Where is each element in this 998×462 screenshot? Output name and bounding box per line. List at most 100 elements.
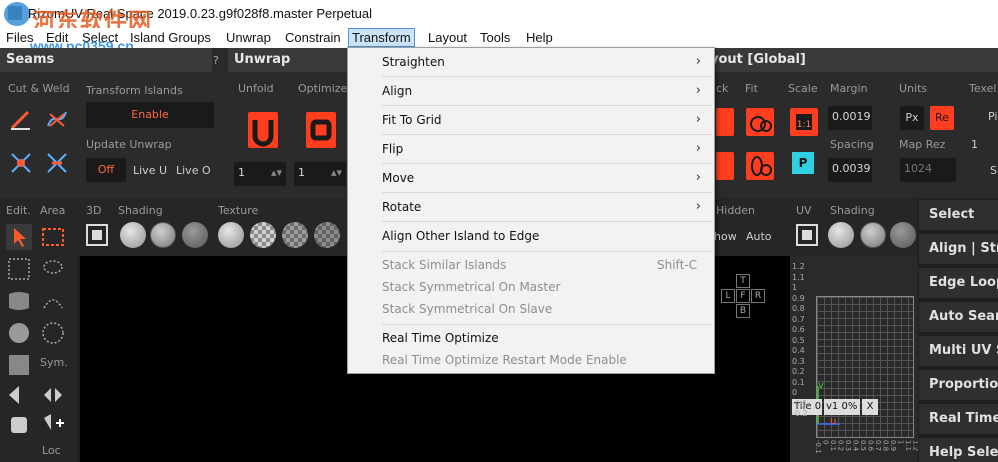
- viewcube-bottom[interactable]: B: [736, 304, 750, 318]
- texel-one-value: 1: [971, 138, 978, 151]
- side-edge-loop-button[interactable]: Edge Loop: [919, 268, 998, 298]
- units-re-button[interactable]: Re: [930, 106, 954, 130]
- uv-ruler-left-tick: 0.6: [792, 325, 805, 334]
- texture-checker3-sphere-icon[interactable]: [314, 222, 340, 248]
- optimize-button[interactable]: [306, 112, 336, 148]
- pack-all-button[interactable]: [716, 152, 734, 180]
- circle-select-icon[interactable]: [40, 320, 66, 346]
- shading-wire-sphere-icon[interactable]: [150, 222, 176, 248]
- select-arrow-icon[interactable]: [6, 224, 32, 250]
- side-help-select-button[interactable]: Help Selec: [919, 438, 998, 462]
- cut-loop-icon[interactable]: [8, 150, 34, 176]
- map-rez-field[interactable]: 1024: [900, 158, 956, 182]
- show-label[interactable]: how: [714, 230, 737, 243]
- menu-island-groups[interactable]: Island Groups: [130, 30, 211, 45]
- grid-mesh-icon[interactable]: [6, 352, 32, 378]
- unfold-iterations-field[interactable]: 1 ▴▾: [234, 162, 286, 186]
- unfold-button[interactable]: [248, 112, 278, 148]
- seams-help-button[interactable]: ?: [213, 54, 219, 67]
- sphere-mesh-icon[interactable]: [6, 320, 32, 346]
- menu-straighten[interactable]: Straighten ›: [349, 48, 713, 76]
- menu-real-time-optimize[interactable]: Real Time Optimize: [349, 327, 713, 349]
- optimize-icon: [310, 119, 332, 141]
- viewcube-front[interactable]: F: [736, 289, 750, 303]
- viewcube-left[interactable]: L: [721, 289, 735, 303]
- menu-stack-similar-shortcut: Shift-C: [657, 258, 697, 272]
- pack-button[interactable]: [716, 108, 734, 136]
- frame-3d-icon[interactable]: [84, 222, 110, 248]
- uv-close-button[interactable]: X: [862, 399, 878, 415]
- texel-label: Texel: [969, 82, 997, 95]
- submenu-arrow-icon: ›: [695, 170, 701, 185]
- pin-button[interactable]: P: [792, 152, 814, 174]
- update-off-button[interactable]: Off: [86, 158, 126, 182]
- area-select-icon[interactable]: [40, 224, 66, 250]
- menu-layout[interactable]: Layout: [428, 30, 467, 45]
- spacing-field[interactable]: 0.0039: [828, 158, 872, 182]
- paint-select-icon[interactable]: [40, 288, 66, 314]
- menu-fit-to-grid[interactable]: Fit To Grid ›: [349, 106, 713, 134]
- menu-rt-optimize-restart: Real Time Optimize Restart Mode Enable: [349, 349, 713, 371]
- optimize-stepper-icon[interactable]: ▴▾: [331, 162, 342, 184]
- uv-ruler-left-tick: 0.7: [792, 314, 805, 324]
- texture-checker-sphere-icon[interactable]: [250, 222, 276, 248]
- unfold-stepper-icon[interactable]: ▴▾: [271, 162, 282, 184]
- fit-icon: [750, 116, 772, 132]
- seams-title: Seams: [0, 48, 212, 72]
- menu-unwrap[interactable]: Unwrap: [226, 30, 271, 45]
- texture-checker2-sphere-icon[interactable]: [282, 222, 308, 248]
- transform-dropdown: Straighten › Align › Fit To Grid › Flip › Mo…: [347, 47, 715, 374]
- uv-viewport[interactable]: v u Tile 0 v1 0% X 1.2 1.1 1 0.9 0.8 0.7 0.6 0.…: [790, 256, 920, 462]
- symmetry-mirror-icon[interactable]: [40, 382, 66, 408]
- texture-none-sphere-icon[interactable]: [218, 222, 244, 248]
- menu-flip[interactable]: Flip ›: [349, 135, 713, 163]
- menu-help[interactable]: Help: [526, 30, 553, 45]
- side-align-straighten-button[interactable]: Align | Stra: [919, 234, 998, 264]
- submenu-arrow-icon: ›: [695, 141, 701, 156]
- side-proportion-button[interactable]: Proportion: [919, 370, 998, 400]
- lasso-select-icon[interactable]: [40, 256, 66, 282]
- menu-move[interactable]: Move ›: [349, 164, 713, 192]
- side-real-time-button[interactable]: Real Time: [919, 404, 998, 434]
- optimize-iterations-field[interactable]: 1 ▴▾: [294, 162, 346, 186]
- lock-icon[interactable]: [6, 412, 32, 438]
- box-select-icon[interactable]: [6, 256, 32, 282]
- shading-dark-sphere-icon[interactable]: [182, 222, 208, 248]
- add-lock-icon[interactable]: [40, 410, 66, 436]
- weld-loop-icon[interactable]: [44, 150, 70, 176]
- fit-button[interactable]: [746, 108, 774, 136]
- fit-all-button[interactable]: [746, 152, 774, 180]
- cut-icon[interactable]: [8, 106, 34, 132]
- viewcube-top[interactable]: T: [736, 274, 750, 288]
- menu-divider: [382, 324, 712, 325]
- uv-v1-label[interactable]: v1 0%: [824, 399, 860, 415]
- side-select-button[interactable]: Select: [919, 200, 998, 230]
- texel-value[interactable]: Pi: [988, 110, 997, 123]
- mesh-select-icon[interactable]: [6, 288, 32, 314]
- shading-solid-sphere-icon[interactable]: [120, 222, 146, 248]
- menu-align[interactable]: Align ›: [349, 77, 713, 105]
- live-o-toggle[interactable]: Live O: [176, 164, 211, 177]
- units-px-button[interactable]: Px: [900, 106, 924, 130]
- uv-shading-dark-icon[interactable]: [890, 222, 916, 248]
- symmetry-left-icon[interactable]: [6, 382, 32, 408]
- menu-align-other-island[interactable]: Align Other Island to Edge: [349, 222, 713, 250]
- uv-ruler-left-tick: 1.2: [792, 262, 805, 271]
- side-auto-seam-button[interactable]: Auto Seam: [919, 302, 998, 332]
- uv-shading-solid-icon[interactable]: [828, 222, 854, 248]
- uv-shading-wire-icon[interactable]: [860, 222, 886, 248]
- menu-tools[interactable]: Tools: [480, 30, 510, 45]
- enable-button[interactable]: Enable: [86, 102, 214, 128]
- scale-button[interactable]: 1:1: [790, 108, 818, 136]
- menu-constrain[interactable]: Constrain: [285, 30, 341, 45]
- menu-rotate[interactable]: Rotate ›: [349, 193, 713, 221]
- weld-icon[interactable]: [44, 106, 70, 132]
- live-u-toggle[interactable]: Live U: [133, 164, 167, 177]
- menu-transform[interactable]: Transform: [348, 28, 415, 47]
- margin-field[interactable]: 0.0019: [828, 106, 872, 130]
- viewcube-right[interactable]: R: [751, 289, 765, 303]
- side-multi-uv-button[interactable]: Multi UV S: [919, 336, 998, 366]
- layout-col-fit: Fit: [745, 82, 758, 95]
- frame-uv-icon[interactable]: [794, 222, 820, 248]
- auto-label[interactable]: Auto: [746, 230, 772, 243]
